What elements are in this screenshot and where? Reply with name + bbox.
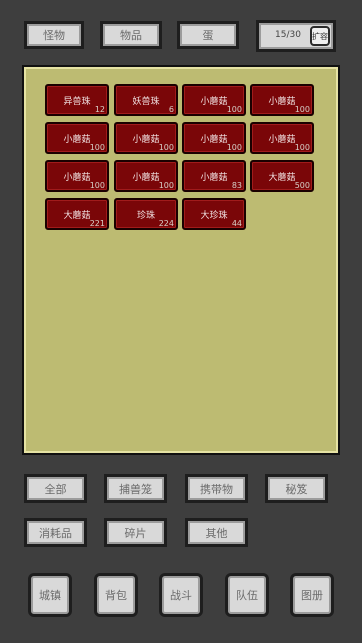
item-quantity: 100 (226, 105, 242, 114)
item-quantity: 100 (294, 143, 310, 152)
nav-label: 城镇 (39, 589, 61, 602)
item-quantity: 100 (158, 143, 174, 152)
item-quantity: 12 (94, 105, 105, 114)
filter-manuals-button[interactable]: 秘笈 (265, 474, 328, 503)
inventory-item[interactable]: 小蘑菇 83 (182, 160, 246, 192)
item-quantity: 221 (89, 219, 105, 228)
tab-eggs-label: 蛋 (202, 29, 214, 42)
item-quantity: 83 (231, 181, 242, 190)
filter-label: 秘笈 (285, 482, 308, 496)
item-name: 妖兽珠 (132, 97, 160, 107)
tab-monsters-label: 怪物 (43, 29, 65, 42)
inventory-item[interactable]: 小蘑菇 100 (45, 122, 109, 154)
inventory-item[interactable]: 妖兽珠 6 (114, 84, 178, 116)
tab-monsters[interactable]: 怪物 (24, 21, 84, 49)
tab-eggs[interactable]: 蛋 (177, 21, 239, 49)
inventory-item[interactable]: 大蘑菇 500 (250, 160, 314, 192)
expand-capacity-label: 扩容 (312, 31, 328, 41)
filter-label: 捕兽笼 (119, 482, 152, 496)
inventory-item[interactable]: 小蘑菇 100 (182, 122, 246, 154)
inventory-item[interactable]: 小蘑菇 100 (114, 122, 178, 154)
tab-items[interactable]: 物品 (100, 21, 162, 49)
filter-label: 消耗品 (39, 526, 72, 540)
nav-label: 战斗 (170, 589, 192, 602)
filter-other-button[interactable]: 其他 (185, 518, 248, 547)
filter-cages-button[interactable]: 捕兽笼 (104, 474, 167, 503)
item-quantity: 100 (89, 143, 105, 152)
inventory-item[interactable]: 小蘑菇 100 (114, 160, 178, 192)
inventory-item[interactable]: 小蘑菇 100 (182, 84, 246, 116)
filter-label: 碎片 (124, 526, 147, 540)
item-quantity: 100 (226, 143, 242, 152)
capacity-counter: 15/30 扩容 (256, 20, 336, 52)
capacity-count: 15/30 (275, 30, 301, 40)
nav-town-button[interactable]: 城镇 (28, 573, 72, 617)
inventory-item[interactable]: 小蘑菇 100 (250, 122, 314, 154)
nav-bag-button[interactable]: 背包 (94, 573, 138, 617)
inventory-panel: 异兽珠 12 妖兽珠 6 小蘑菇 100 小蘑菇 100 小蘑菇 100 小蘑菇… (22, 65, 340, 455)
nav-label: 队伍 (236, 589, 258, 602)
inventory-item[interactable]: 小蘑菇 100 (250, 84, 314, 116)
item-quantity: 100 (89, 181, 105, 190)
item-quantity: 44 (231, 219, 242, 228)
filter-fragments-button[interactable]: 碎片 (104, 518, 167, 547)
item-quantity: 100 (158, 181, 174, 190)
filter-all-button[interactable]: 全部 (24, 474, 87, 503)
filter-label: 携带物 (200, 482, 233, 496)
tab-items-label: 物品 (120, 29, 142, 42)
item-quantity: 224 (158, 219, 174, 228)
inventory-item[interactable]: 珍珠 224 (114, 198, 178, 230)
item-quantity: 6 (168, 105, 174, 114)
nav-album-button[interactable]: 图册 (290, 573, 334, 617)
inventory-item[interactable]: 小蘑菇 100 (45, 160, 109, 192)
inventory-item[interactable]: 异兽珠 12 (45, 84, 109, 116)
nav-label: 背包 (105, 589, 127, 602)
filter-held-items-button[interactable]: 携带物 (185, 474, 248, 503)
item-quantity: 100 (294, 105, 310, 114)
nav-battle-button[interactable]: 战斗 (159, 573, 203, 617)
item-quantity: 500 (294, 181, 310, 190)
filter-label: 全部 (44, 482, 67, 496)
filter-label: 其他 (205, 526, 228, 540)
expand-capacity-button[interactable]: 扩容 (310, 26, 330, 46)
nav-team-button[interactable]: 队伍 (225, 573, 269, 617)
nav-label: 图册 (301, 589, 323, 602)
inventory-item[interactable]: 大珍珠 44 (182, 198, 246, 230)
inventory-item[interactable]: 大蘑菇 221 (45, 198, 109, 230)
filter-consumables-button[interactable]: 消耗品 (24, 518, 87, 547)
